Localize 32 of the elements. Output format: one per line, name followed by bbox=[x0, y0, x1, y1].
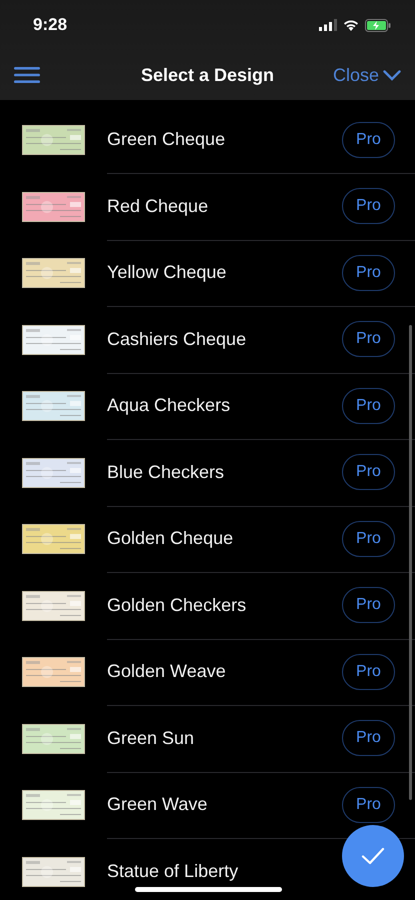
pro-button[interactable]: Pro bbox=[342, 321, 395, 358]
close-button[interactable]: Close bbox=[332, 64, 401, 86]
pro-button[interactable]: Pro bbox=[342, 254, 395, 291]
design-name[interactable]: Green Wave bbox=[107, 795, 208, 814]
design-name[interactable]: Aqua Checkers bbox=[107, 396, 230, 416]
pro-button[interactable]: Pro bbox=[342, 188, 395, 224]
design-name[interactable]: Yellow Cheque bbox=[107, 263, 226, 282]
pro-button[interactable]: Pro bbox=[342, 388, 395, 424]
design-name[interactable]: Green Cheque bbox=[107, 130, 226, 150]
design-name[interactable]: Red Cheque bbox=[107, 196, 208, 216]
design-name[interactable]: Golden Checkers bbox=[107, 596, 246, 615]
design-name[interactable]: Statue of Liberty bbox=[107, 862, 238, 882]
checkmark-icon bbox=[361, 847, 385, 865]
pro-button[interactable]: Pro bbox=[342, 122, 395, 158]
design-name[interactable]: Cashiers Cheque bbox=[107, 330, 246, 349]
menu-button[interactable] bbox=[14, 66, 40, 84]
pro-button[interactable]: Pro bbox=[342, 720, 395, 756]
chevron-down-icon bbox=[383, 70, 401, 80]
pro-button[interactable]: Pro bbox=[342, 587, 395, 624]
design-name[interactable]: Golden Cheque bbox=[107, 529, 234, 548]
wifi-icon bbox=[343, 19, 359, 31]
design-name[interactable]: Blue Checkers bbox=[107, 462, 224, 482]
signal-icon bbox=[319, 19, 337, 31]
pro-button[interactable]: Pro bbox=[342, 786, 395, 823]
screen-title: Select a Design bbox=[140, 64, 274, 84]
battery-charging-icon bbox=[365, 18, 391, 32]
design-name[interactable]: Green Sun bbox=[107, 728, 194, 748]
status-time: 9:28 bbox=[33, 15, 68, 35]
pro-button[interactable]: Pro bbox=[342, 654, 395, 690]
design-name[interactable]: Golden Weave bbox=[107, 662, 226, 682]
pro-button[interactable]: Pro bbox=[342, 520, 395, 557]
pro-button[interactable]: Pro bbox=[342, 454, 395, 490]
